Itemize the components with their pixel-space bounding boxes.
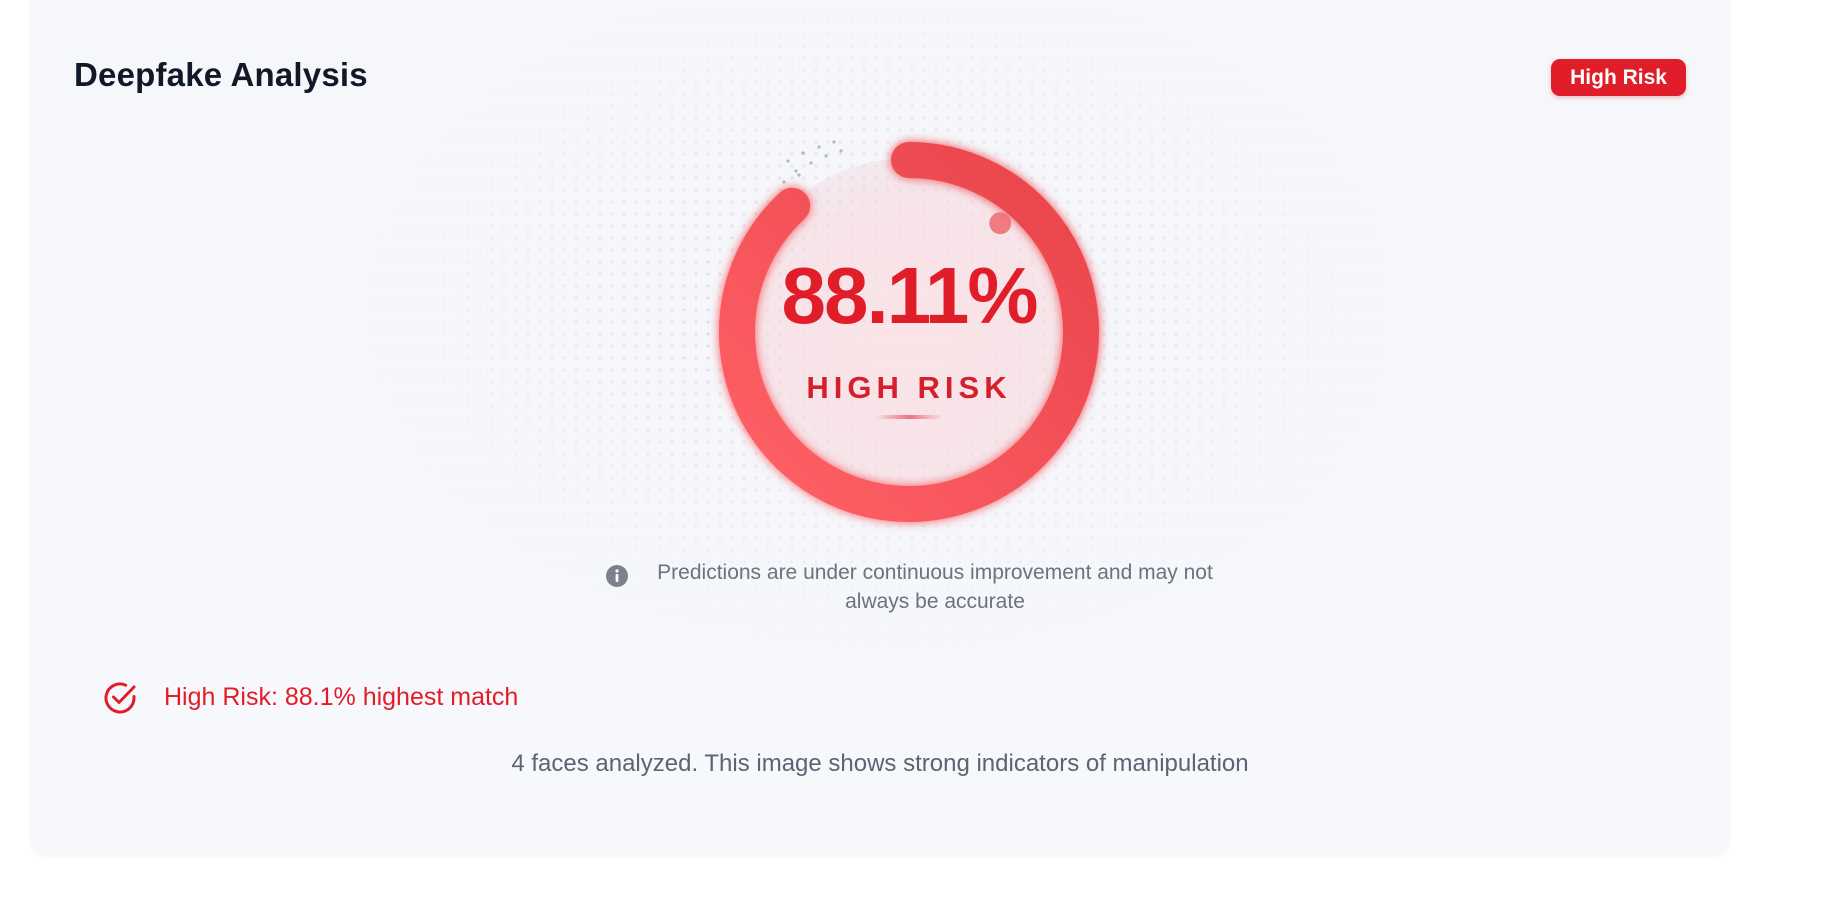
risk-label-underline <box>875 415 943 419</box>
info-icon <box>606 565 628 587</box>
check-circle-icon <box>104 682 136 714</box>
risk-level-label: HIGH RISK <box>806 370 1012 405</box>
risk-gauge: 88.11% HIGH RISK <box>699 122 1119 542</box>
page: Deepfake Analysis High Risk 88.11% HIGH … <box>0 0 1822 922</box>
risk-badge: High Risk <box>1551 59 1686 96</box>
deepfake-analysis-card: Deepfake Analysis High Risk 88.11% HIGH … <box>30 0 1730 856</box>
disclaimer-text: Predictions are under continuous improve… <box>657 561 1213 613</box>
summary-detail: 4 faces analyzed. This image shows stron… <box>511 750 1249 777</box>
risk-score-value: 88.11% <box>781 251 1039 340</box>
card-title: Deepfake Analysis <box>74 56 368 93</box>
gauge-center: 88.11% HIGH RISK <box>699 122 1119 542</box>
summary-headline: High Risk: 88.1% highest match <box>164 683 519 711</box>
result-summary-panel: High Risk: 88.1% highest match 4 faces a… <box>74 656 1686 812</box>
